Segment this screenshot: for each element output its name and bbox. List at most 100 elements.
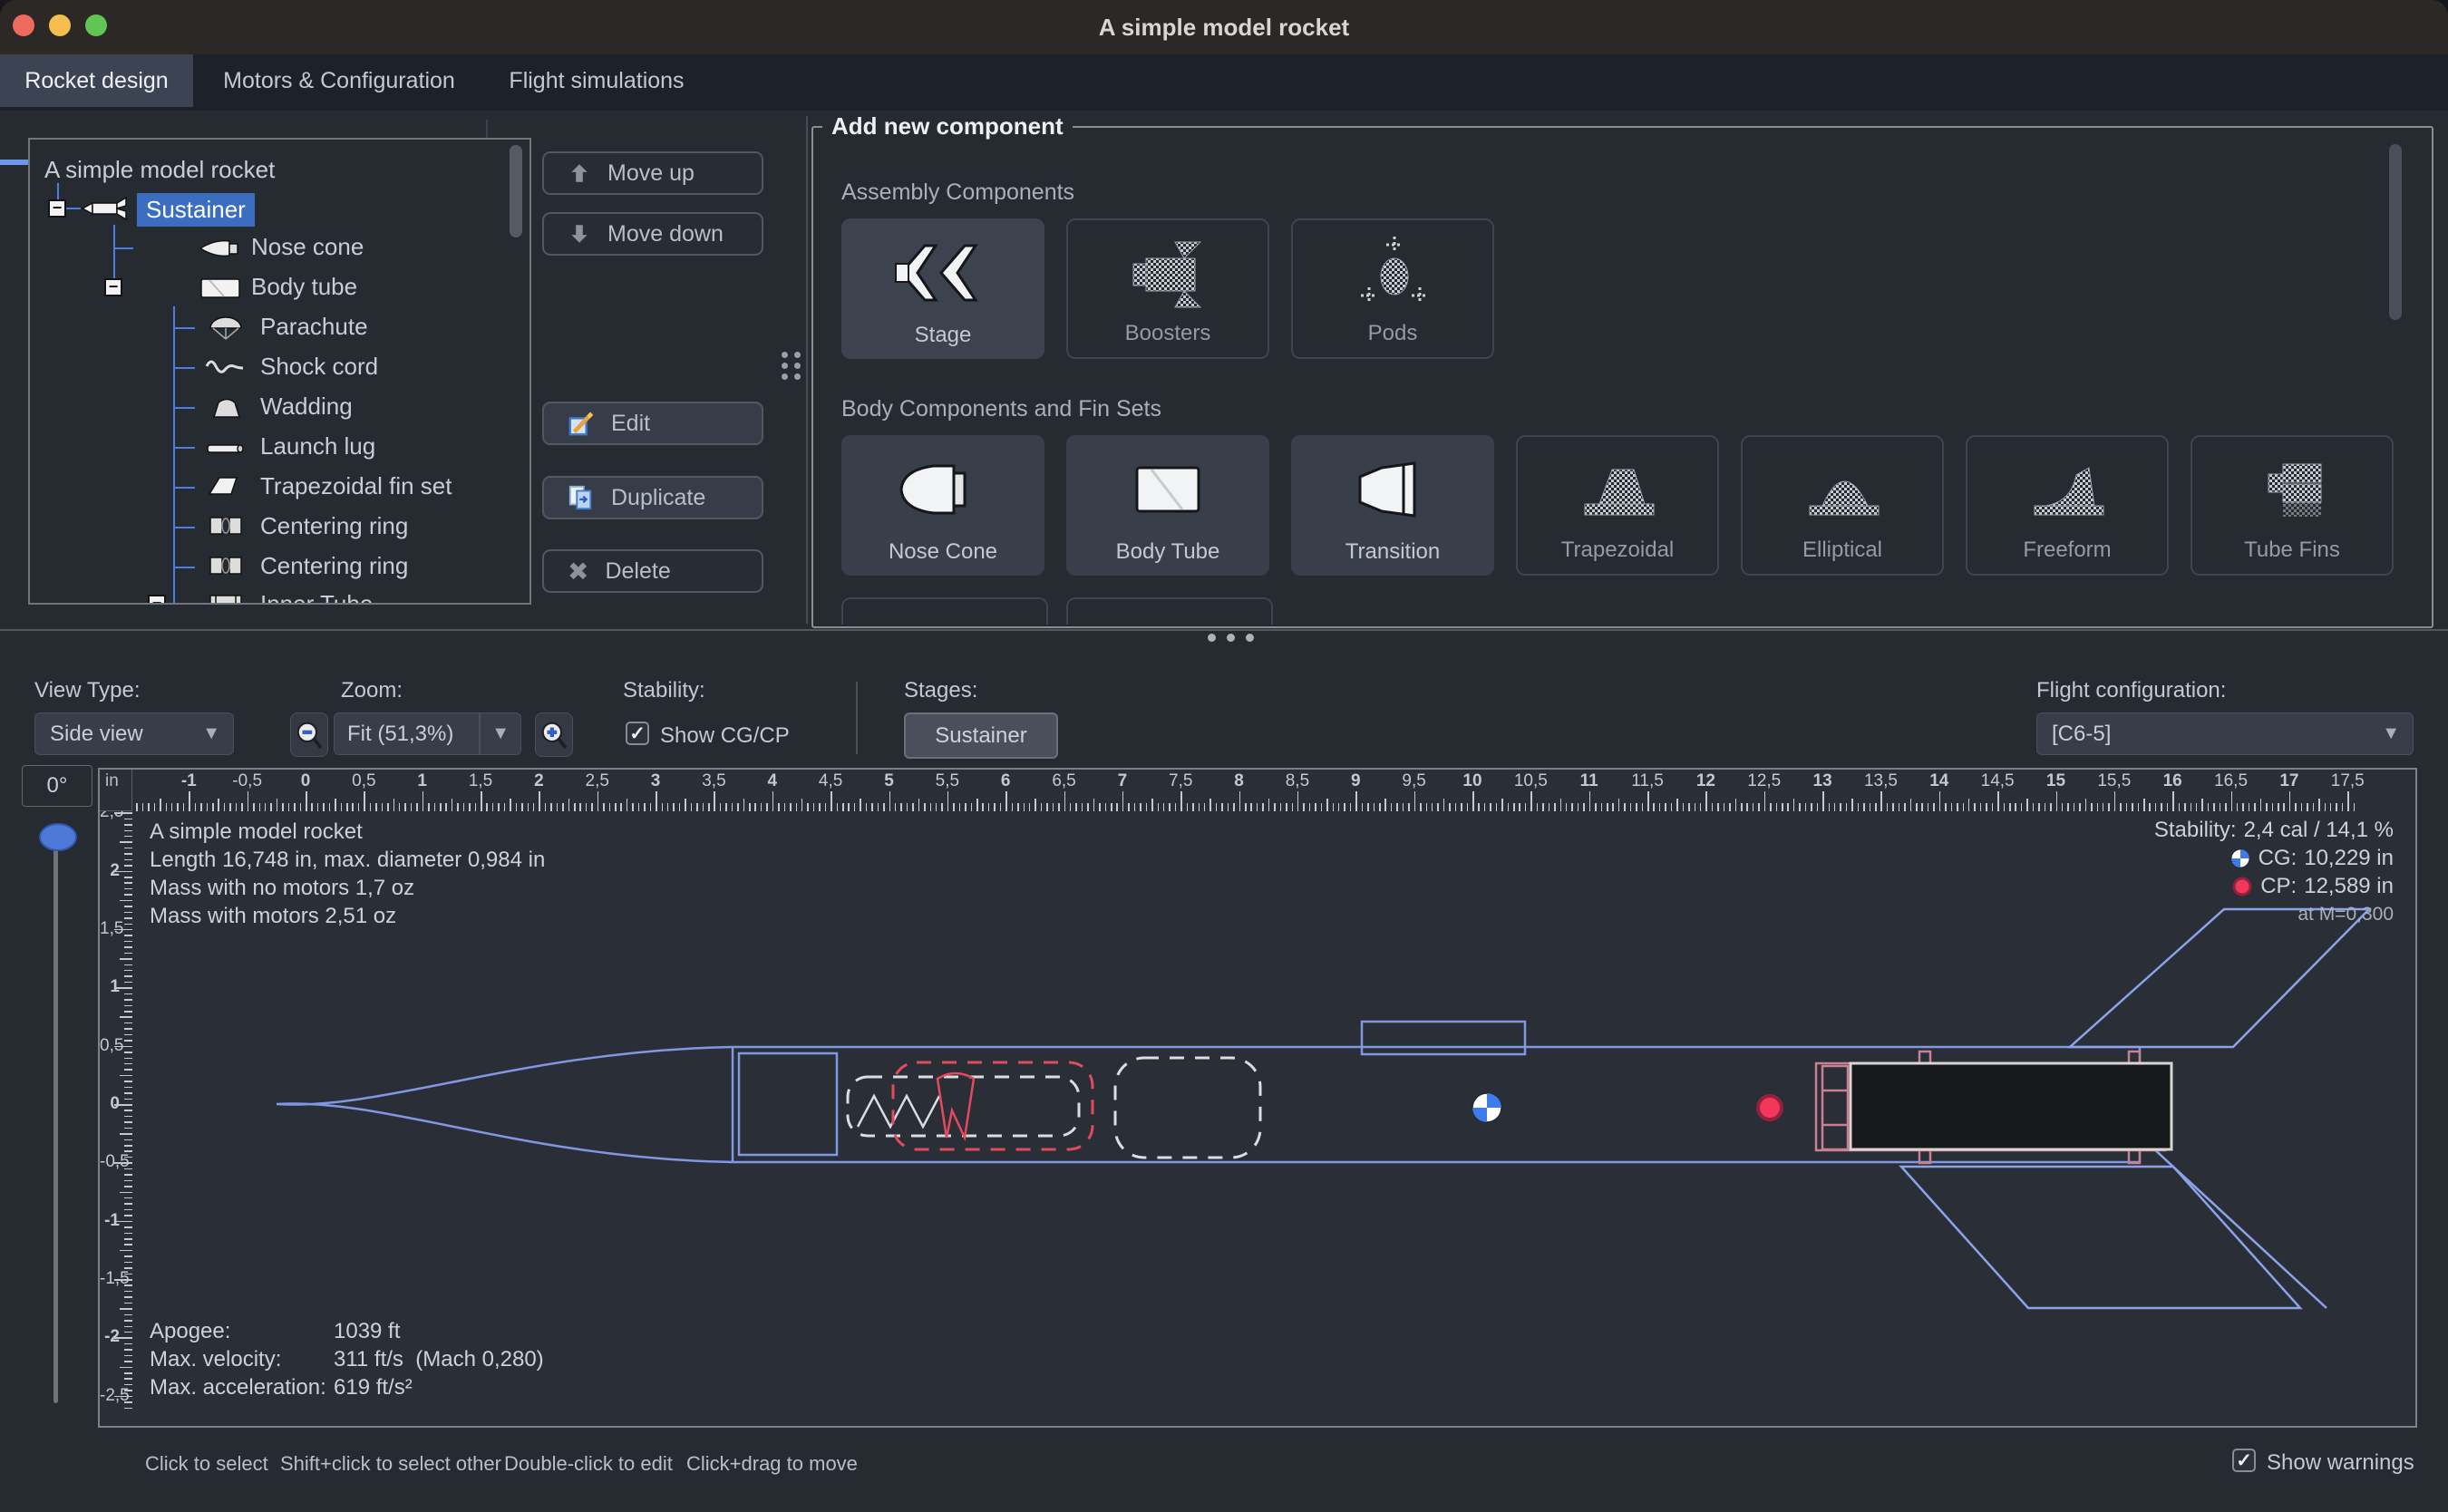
tree-item-centering-ring[interactable]: Centering ring [260, 552, 408, 580]
delete-button[interactable]: ✖ Delete [542, 549, 763, 593]
h-ruler-tick [2242, 803, 2244, 811]
v-ruler-tick [124, 1034, 132, 1036]
add-transition-button[interactable]: Transition [1291, 435, 1494, 576]
h-ruler-tick [2079, 803, 2081, 811]
tab-flight-simulations[interactable]: Flight simulations [488, 54, 705, 107]
rotation-slider-knob[interactable] [39, 823, 77, 851]
h-ruler-tick [2313, 803, 2315, 811]
h-ruler-tick [1257, 803, 1258, 811]
show-cgcp-checkbox[interactable]: ✓ [626, 722, 649, 745]
edit-label: Edit [611, 411, 650, 437]
fin-bottom-outline[interactable] [1901, 1167, 2300, 1308]
v-ruler-tick [124, 1145, 132, 1147]
h-ruler-label: -1 [161, 771, 216, 791]
h-ruler-tick [1490, 803, 1491, 811]
tree-item-sustainer[interactable]: Sustainer [137, 193, 255, 227]
tree-line [173, 367, 195, 369]
motor-outline[interactable] [1851, 1063, 2171, 1149]
tab-rocket-design[interactable]: Rocket design [0, 54, 193, 107]
engine-block-outline[interactable] [1822, 1066, 1848, 1149]
h-ruler-tick [1822, 791, 1824, 811]
v-ruler-tick [124, 1063, 132, 1065]
h-ruler-tick [1315, 803, 1316, 811]
tree-item-inner-tube[interactable]: Inner Tube [260, 590, 373, 605]
v-ruler-tick [124, 1174, 132, 1176]
fin-top-outline[interactable] [2070, 909, 2369, 1047]
h-ruler-tick [1787, 803, 1789, 811]
move-down-button[interactable]: Move down [542, 212, 763, 256]
tree-item-wadding[interactable]: Wadding [260, 393, 353, 421]
v-ruler-tick [114, 987, 132, 989]
panel-grip-handle[interactable] [782, 352, 805, 379]
tree-line [173, 527, 195, 528]
parachute-outline[interactable] [848, 1077, 1079, 1136]
h-ruler-tick [1974, 803, 1976, 811]
tree-item-body-tube[interactable]: Body tube [251, 273, 357, 301]
splitter-handle[interactable] [1208, 634, 1254, 642]
add-component-scrollbar[interactable] [2389, 144, 2402, 320]
h-ruler-tick [1928, 803, 1929, 811]
tree-root[interactable]: A simple model rocket [44, 156, 275, 184]
cg-marker[interactable] [1472, 1093, 1501, 1122]
rocket-mass-motors: Mass with motors 2,51 oz [150, 902, 545, 930]
h-ruler-tick [597, 791, 599, 811]
v-ruler-tick [124, 1361, 132, 1362]
h-ruler-tick [860, 799, 861, 811]
zoom-in-button[interactable] [535, 712, 573, 757]
h-ruler-tick [1420, 803, 1422, 811]
tree-item-nose-cone[interactable]: Nose cone [251, 233, 364, 261]
nose-cone-shoulder[interactable] [739, 1053, 837, 1155]
zoom-out-button[interactable] [290, 712, 328, 757]
tab-motors-configuration[interactable]: Motors & Configuration [193, 54, 485, 107]
tree-line [173, 487, 195, 489]
v-ruler-tick [124, 1092, 132, 1094]
v-ruler-tick [124, 964, 132, 966]
view-type-select[interactable]: Side view ▼ [34, 712, 234, 755]
tree-collapse-box[interactable]: − [148, 595, 166, 605]
move-up-button[interactable]: Move up [542, 151, 763, 195]
tree-item-trapezoidal-fin-set[interactable]: Trapezoidal fin set [260, 472, 452, 500]
cp-icon [2231, 876, 2253, 897]
v-ruler-tick [124, 946, 132, 948]
hint-click-drag: Click+drag to move [686, 1452, 858, 1476]
flight-configuration-select[interactable]: [C6-5] ▼ [2036, 712, 2414, 755]
tree-line [173, 407, 195, 409]
tree-scrollbar[interactable] [510, 145, 522, 237]
h-ruler-tick [819, 803, 821, 811]
h-ruler-tick [1583, 803, 1585, 811]
h-ruler-tick [1187, 803, 1189, 811]
add-nose-cone-button[interactable]: Nose Cone [841, 435, 1044, 576]
edit-button[interactable]: Edit [542, 402, 763, 445]
h-ruler-tick [510, 799, 511, 811]
hint-double-click: Double-click to edit [504, 1452, 673, 1476]
rotation-slider-track[interactable] [53, 834, 58, 1403]
tree-item-shock-cord[interactable]: Shock cord [260, 353, 378, 381]
v-ruler-tick [124, 1069, 132, 1071]
h-ruler-tick [393, 799, 395, 811]
v-ruler-tick [124, 1372, 132, 1374]
tree-item-centering-ring[interactable]: Centering ring [260, 512, 408, 540]
nose-cone-outline[interactable] [277, 1047, 733, 1162]
h-ruler-tick [1817, 803, 1819, 811]
h-ruler-tick [907, 803, 908, 811]
tree-collapse-box[interactable]: − [48, 199, 66, 218]
zoom-select[interactable]: Fit (51,3%) ▼ [334, 712, 521, 755]
show-warnings-checkbox[interactable]: ✓ [2232, 1449, 2256, 1472]
cp-marker[interactable] [1758, 1096, 1782, 1119]
v-ruler-tick [124, 1058, 132, 1060]
h-ruler-tick [335, 799, 336, 811]
tree-item-parachute[interactable]: Parachute [260, 313, 368, 341]
tree-collapse-box[interactable]: − [104, 278, 122, 296]
tree-item-launch-lug[interactable]: Launch lug [260, 432, 375, 460]
wadding-outline[interactable] [1115, 1058, 1260, 1158]
h-ruler-label: 2 [511, 771, 566, 791]
duplicate-button[interactable]: Duplicate [542, 476, 763, 519]
add-body-tube-button[interactable]: Body Tube [1066, 435, 1269, 576]
h-ruler-tick [1799, 803, 1801, 811]
stage-toggle-sustainer[interactable]: Sustainer [904, 712, 1058, 759]
h-ruler-tick [714, 791, 715, 811]
add-stage-button[interactable]: Stage [841, 218, 1044, 359]
launch-lug-outline[interactable] [1362, 1022, 1525, 1054]
h-ruler-tick [1175, 803, 1177, 811]
add-boosters-button: Boosters [1066, 218, 1269, 359]
